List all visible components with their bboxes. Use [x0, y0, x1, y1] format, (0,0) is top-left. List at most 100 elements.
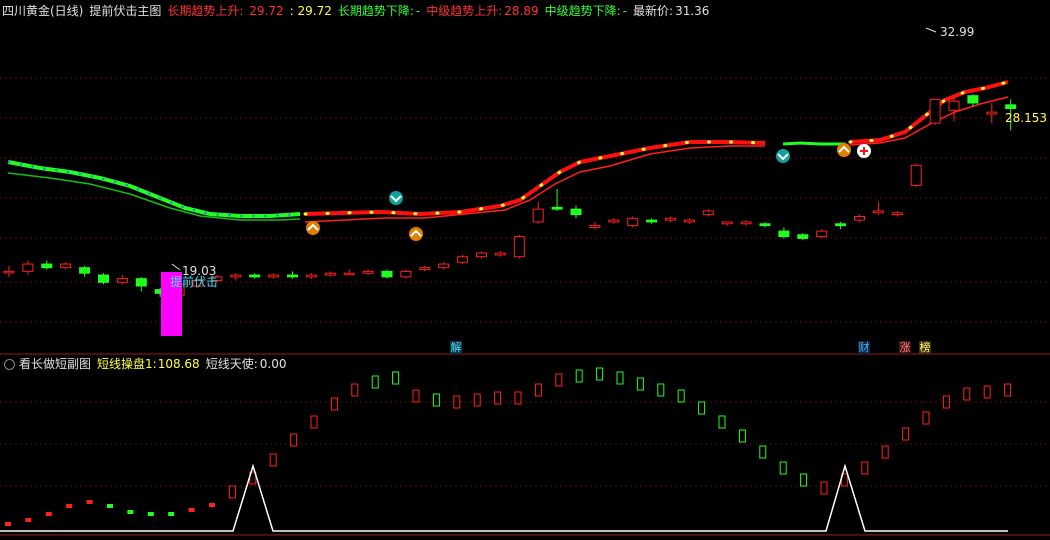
- short-op-marker: [738, 429, 746, 443]
- candle[interactable]: [457, 254, 469, 265]
- angel-line[interactable]: [0, 463, 1008, 532]
- short-op-marker: [636, 377, 644, 391]
- candle[interactable]: [22, 260, 34, 276]
- sub-chart-header: 看长做短副图 短线操盘1: 108.68 短线天使: 0.00: [4, 353, 292, 375]
- candle[interactable]: [910, 163, 922, 188]
- candle-body: [816, 230, 828, 238]
- candle-body: [551, 206, 563, 210]
- short-op-marker: [779, 461, 787, 475]
- candle[interactable]: [513, 234, 525, 259]
- candle[interactable]: [551, 189, 563, 211]
- sell-signal-icon[interactable]: [776, 149, 790, 163]
- candle[interactable]: [324, 271, 336, 277]
- candle[interactable]: [816, 229, 828, 239]
- candle-body: [665, 217, 676, 221]
- candle[interactable]: [683, 218, 695, 224]
- candle[interactable]: [60, 262, 72, 270]
- candle[interactable]: [41, 260, 53, 270]
- candle-body: [570, 208, 582, 216]
- candle[interactable]: [854, 214, 865, 222]
- candle[interactable]: [135, 276, 147, 292]
- add-signal-icon[interactable]: [857, 144, 871, 158]
- short-op-marker: [147, 512, 154, 516]
- candle-body: [910, 164, 922, 186]
- candle-body: [835, 223, 847, 227]
- candle[interactable]: [438, 262, 450, 270]
- candle[interactable]: [627, 216, 639, 228]
- candle[interactable]: [646, 218, 658, 224]
- candle[interactable]: [79, 265, 91, 277]
- candle[interactable]: [721, 221, 733, 226]
- candle[interactable]: [287, 271, 298, 279]
- candle[interactable]: [778, 227, 790, 239]
- candle[interactable]: [532, 201, 544, 224]
- candle[interactable]: [872, 201, 884, 215]
- candle[interactable]: [986, 103, 998, 124]
- candle[interactable]: [494, 251, 506, 257]
- short-op-marker: [209, 503, 215, 507]
- short-angel-label: 短线天使:: [205, 357, 258, 371]
- candle[interactable]: [268, 273, 280, 279]
- buy-signal-icon[interactable]: [306, 221, 320, 235]
- candle[interactable]: [797, 232, 809, 241]
- candle-body: [135, 278, 147, 287]
- limit-up-badge[interactable]: 涨: [899, 341, 911, 354]
- ranking-badge[interactable]: 榜: [919, 341, 931, 354]
- candle[interactable]: [116, 275, 128, 285]
- sell-signal-icon[interactable]: [389, 191, 403, 205]
- candle[interactable]: [476, 251, 487, 259]
- candle-body: [778, 230, 790, 238]
- candle[interactable]: [419, 265, 431, 272]
- candle[interactable]: [3, 265, 15, 277]
- candle[interactable]: [362, 269, 374, 276]
- candle[interactable]: [740, 220, 752, 226]
- short-op-marker: [698, 401, 706, 415]
- candle[interactable]: [608, 218, 620, 224]
- candle[interactable]: [381, 269, 393, 279]
- candle-body: [438, 263, 450, 269]
- short-op-marker: [127, 510, 134, 514]
- candle-body: [721, 221, 733, 225]
- candle[interactable]: [230, 273, 242, 281]
- short-op-markers[interactable]: [5, 367, 1012, 526]
- long-up-trend-line: [304, 140, 766, 217]
- candle[interactable]: [570, 205, 582, 219]
- candle[interactable]: [702, 209, 714, 217]
- candle[interactable]: [665, 216, 676, 222]
- short-op-marker: [351, 383, 359, 397]
- finance-badge[interactable]: 财: [858, 341, 870, 354]
- short-op-marker: [718, 415, 726, 429]
- candlestick-chart[interactable]: 提前伏击 19.03 32.99 28.153: [0, 0, 1050, 540]
- candle-body: [929, 98, 941, 124]
- candle[interactable]: [891, 210, 903, 217]
- candle[interactable]: [249, 273, 261, 279]
- candle-body: [79, 267, 91, 274]
- short-op-marker: [677, 389, 685, 403]
- candle-body: [3, 270, 15, 274]
- candle[interactable]: [929, 98, 941, 125]
- buy-signal-icon[interactable]: [837, 143, 851, 157]
- settings-gear-icon[interactable]: [4, 358, 15, 370]
- candle-body: [646, 219, 658, 223]
- short-op-marker: [45, 512, 52, 516]
- candle-body: [854, 215, 865, 221]
- short-green-trend-line: [782, 141, 845, 146]
- news-badge[interactable]: 解: [450, 341, 462, 354]
- short-op-marker: [596, 367, 604, 381]
- candle[interactable]: [835, 221, 847, 230]
- candle[interactable]: [343, 269, 355, 276]
- candle-body: [268, 274, 280, 278]
- candle[interactable]: [98, 273, 109, 285]
- short-op-marker: [575, 369, 583, 383]
- sub-indicator-name[interactable]: 看长做短副图: [19, 353, 91, 375]
- short-op-marker: [25, 518, 32, 522]
- short-op-marker: [861, 461, 869, 475]
- candle[interactable]: [589, 221, 601, 230]
- short-angel-value: 0.00: [259, 357, 287, 371]
- candle[interactable]: [400, 269, 412, 279]
- candle-body: [589, 225, 601, 228]
- buy-signal-icon[interactable]: [409, 227, 423, 241]
- candle[interactable]: [305, 273, 317, 279]
- long-up-trend-line-2: [849, 80, 1009, 144]
- candle[interactable]: [759, 221, 771, 228]
